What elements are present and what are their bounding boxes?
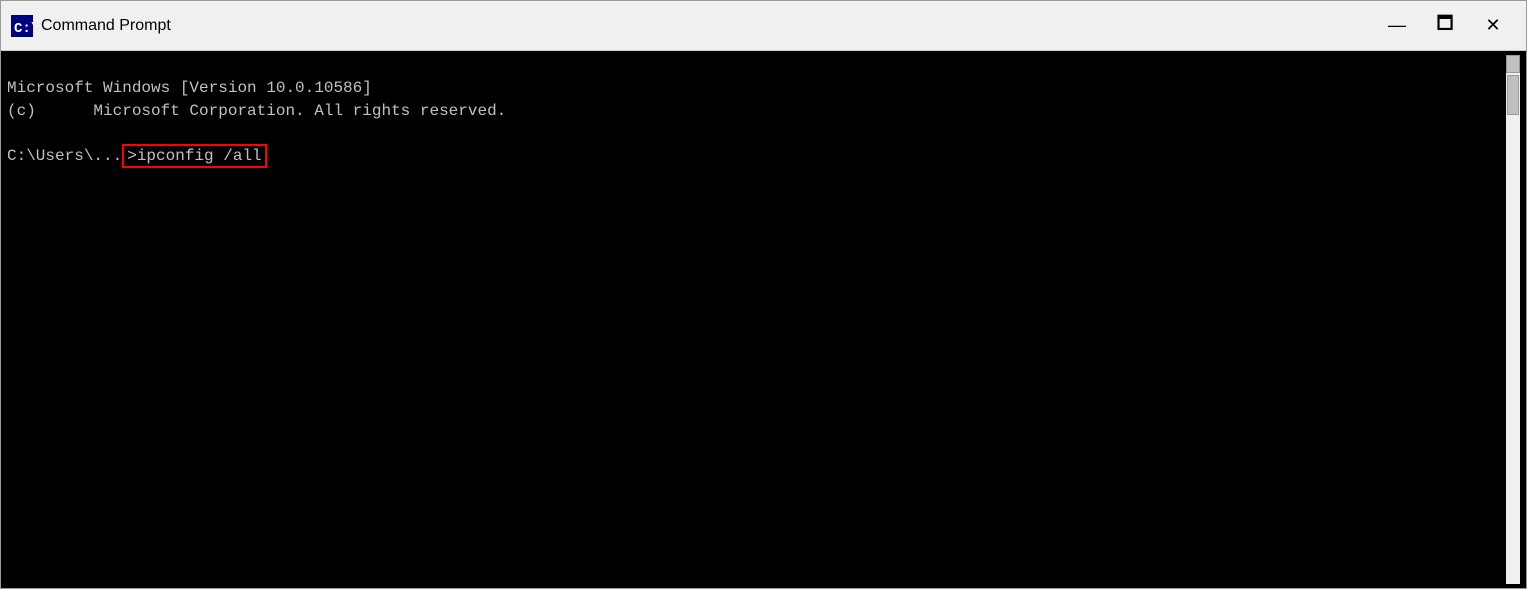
scrollbar-up-button[interactable]: ▲ (1506, 55, 1520, 73)
maximize-button[interactable]: 🗖 (1422, 8, 1468, 44)
close-button[interactable]: ✕ (1470, 8, 1516, 44)
title-bar: C:\ Command Prompt — 🗖 ✕ (1, 1, 1526, 51)
terminal-command: >ipconfig /all (122, 144, 266, 168)
svg-text:C:\: C:\ (14, 21, 33, 37)
window-title: Command Prompt (41, 17, 1374, 35)
terminal-line-1: Microsoft Windows [Version 10.0.10586] (7, 79, 372, 97)
terminal-output: Microsoft Windows [Version 10.0.10586] (… (7, 55, 1506, 584)
command-prompt-window: C:\ Command Prompt — 🗖 ✕ Microsoft Windo… (0, 0, 1527, 589)
terminal-line-2: (c) Microsoft Corporation. All rights re… (7, 102, 506, 120)
terminal-prompt-line: C:\Users\...>ipconfig /all (7, 144, 267, 168)
window-controls: — 🗖 ✕ (1374, 8, 1516, 44)
terminal-prompt: C:\Users\... (7, 147, 122, 165)
minimize-button[interactable]: — (1374, 8, 1420, 44)
cmd-icon: C:\ (11, 15, 33, 37)
terminal-line-3 (7, 124, 17, 142)
terminal-body[interactable]: Microsoft Windows [Version 10.0.10586] (… (1, 51, 1526, 588)
scrollbar[interactable]: ▲ (1506, 55, 1520, 584)
scrollbar-thumb[interactable] (1507, 75, 1519, 115)
